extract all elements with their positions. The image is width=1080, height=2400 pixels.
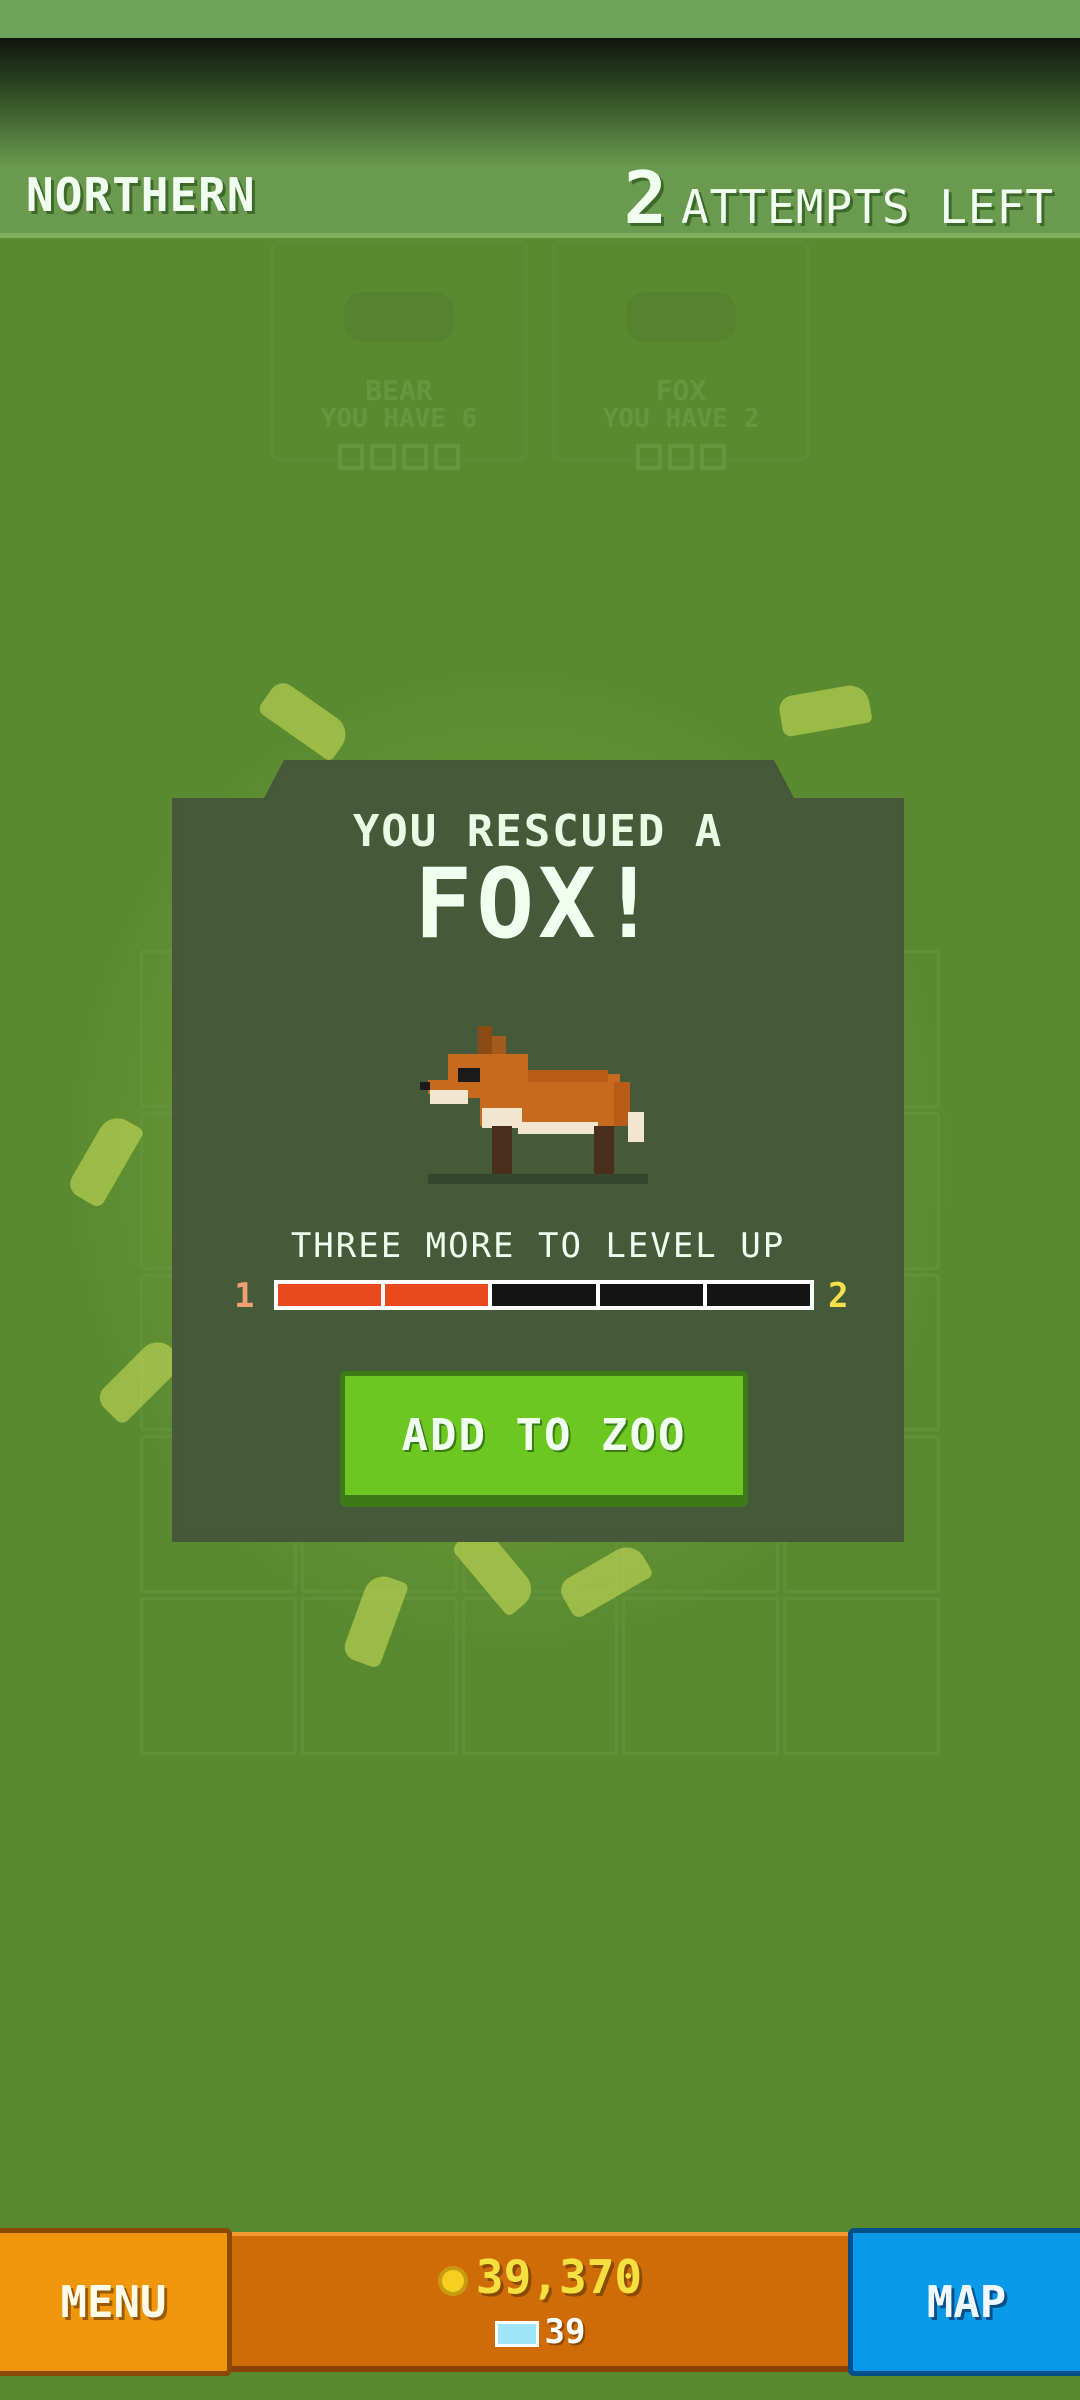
fox-card-slots [556, 444, 806, 474]
gem-balance: 39 [232, 2312, 848, 2352]
bear-icon [344, 292, 454, 342]
gem-amount: 39 [544, 2312, 586, 2352]
bear-card-name: BEAR [365, 374, 433, 407]
add-to-zoo-button[interactable]: ADD TO ZOO [340, 1371, 748, 1507]
gem-icon [494, 2320, 539, 2347]
rescue-modal-panel: YOU RESCUED A FOX! THREE MORE TO LEVEL U… [178, 766, 898, 1534]
attempts-counter: 2 ATTEMPTS LEFT [624, 156, 1054, 240]
status-bar [0, 0, 1080, 38]
coin-icon [437, 2265, 468, 2296]
attempts-label: ATTEMPTS LEFT [680, 180, 1054, 234]
fox-sprite [420, 1026, 648, 1184]
fox-card: FOX YOU HAVE 2 [552, 240, 810, 470]
next-level: 2 [828, 1276, 849, 1316]
bottom-bar: MENU 39,370 39 MAP [0, 2228, 1080, 2378]
coin-balance: 39,370 [232, 2250, 848, 2304]
progress-segment [599, 1284, 703, 1306]
bottom-strip [0, 2380, 1080, 2400]
bear-card-slots [274, 444, 524, 474]
progress-segment [385, 1284, 489, 1306]
animal-name: FOX! [414, 848, 662, 960]
fox-card-name: FOX [655, 374, 707, 407]
menu-button[interactable]: MENU [0, 2228, 232, 2376]
level-up-text: THREE MORE TO LEVEL UP [290, 1226, 786, 1266]
currency-panel: 39,370 39 [232, 2232, 848, 2372]
region-title: NORTHERN [26, 168, 256, 222]
rescue-modal: YOU RESCUED A FOX! THREE MORE TO LEVEL U… [172, 760, 904, 1542]
level-progress-bar [274, 1280, 814, 1310]
progress-segment [492, 1284, 596, 1306]
attempts-count: 2 [623, 156, 667, 240]
progress-segment [278, 1284, 382, 1306]
current-level: 1 [234, 1276, 255, 1316]
progress-segment [706, 1284, 811, 1306]
coin-amount: 39,370 [475, 2250, 643, 2304]
top-shade [0, 38, 1080, 168]
fox-card-icon [626, 292, 736, 342]
fox-card-count: YOU HAVE 2 [602, 404, 760, 434]
map-button[interactable]: MAP [848, 2228, 1080, 2376]
bear-card-count: YOU HAVE 6 [320, 404, 478, 434]
bear-card: BEAR YOU HAVE 6 [270, 240, 528, 470]
